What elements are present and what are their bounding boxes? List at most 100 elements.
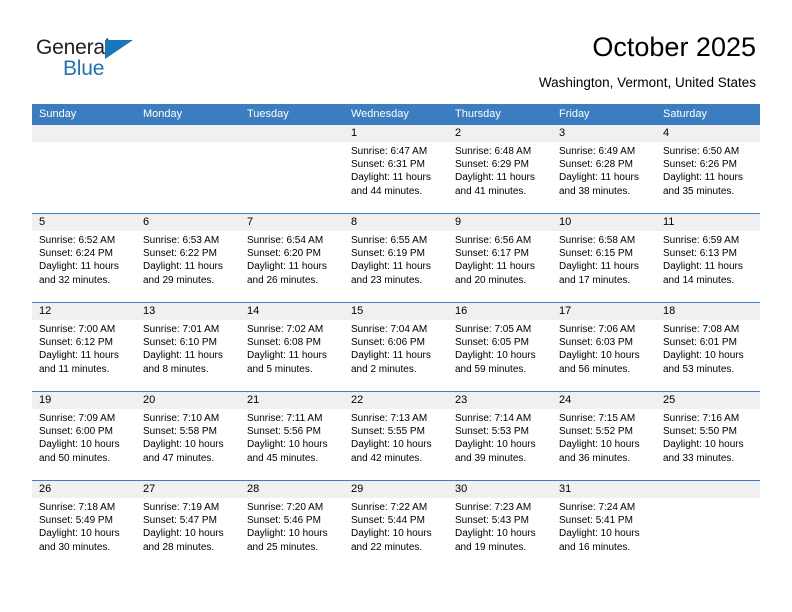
sunrise-text: Sunrise: 7:20 AM xyxy=(247,502,324,513)
day-number xyxy=(32,125,136,142)
day-number: 3 xyxy=(552,125,656,142)
day-cell[interactable]: 31 Sunrise: 7:24 AM Sunset: 5:41 PM Dayligh… xyxy=(552,481,656,569)
day-number xyxy=(136,125,240,142)
calendar-week-row: 26 Sunrise: 7:18 AM Sunset: 5:49 PM Dayligh… xyxy=(32,480,760,569)
daylight-text-line2: and 26 minutes. xyxy=(247,274,319,286)
day-number: 22 xyxy=(344,392,448,409)
day-cell[interactable]: 19 Sunrise: 7:09 AM Sunset: 6:00 PM Dayligh… xyxy=(32,392,136,480)
sunrise-text: Sunrise: 7:18 AM xyxy=(39,502,116,513)
day-cell[interactable]: 7 Sunrise: 6:54 AM Sunset: 6:20 PM Daylight… xyxy=(240,214,344,302)
day-cell[interactable]: 6 Sunrise: 6:53 AM Sunset: 6:22 PM Daylight… xyxy=(136,214,240,302)
daylight-text-line2: and 28 minutes. xyxy=(143,541,215,553)
daylight-text-line1: Daylight: 11 hours xyxy=(39,261,119,273)
daylight-text-line2: and 53 minutes. xyxy=(663,363,735,375)
day-cell[interactable]: 2 Sunrise: 6:48 AM Sunset: 6:29 PM Daylight… xyxy=(448,125,552,213)
day-cell[interactable]: 3 Sunrise: 6:49 AM Sunset: 6:28 PM Daylight… xyxy=(552,125,656,213)
weekday-header-saturday: Saturday xyxy=(663,108,708,120)
day-cell[interactable]: 5 Sunrise: 6:52 AM Sunset: 6:24 PM Daylight… xyxy=(32,214,136,302)
daylight-text-line1: Daylight: 11 hours xyxy=(247,350,327,362)
sunset-text: Sunset: 6:29 PM xyxy=(455,159,529,171)
day-sun-info: Sunrise: 6:58 AM Sunset: 6:15 PM Daylight:… xyxy=(552,231,656,287)
day-cell-empty xyxy=(32,125,136,213)
daylight-text-line1: Daylight: 11 hours xyxy=(351,172,431,184)
day-number: 16 xyxy=(448,303,552,320)
day-cell[interactable]: 16 Sunrise: 7:05 AM Sunset: 6:05 PM Dayligh… xyxy=(448,303,552,391)
day-number: 2 xyxy=(448,125,552,142)
sunrise-text: Sunrise: 6:49 AM xyxy=(559,146,636,157)
sunrise-text: Sunrise: 6:47 AM xyxy=(351,146,428,157)
daylight-text-line2: and 47 minutes. xyxy=(143,452,215,464)
day-sun-info: Sunrise: 6:54 AM Sunset: 6:20 PM Daylight:… xyxy=(240,231,344,287)
logo-text-blue: Blue xyxy=(63,57,105,80)
day-cell[interactable]: 11 Sunrise: 6:59 AM Sunset: 6:13 PM Dayligh… xyxy=(656,214,760,302)
day-cell[interactable]: 4 Sunrise: 6:50 AM Sunset: 6:26 PM Daylight… xyxy=(656,125,760,213)
sunset-text: Sunset: 6:22 PM xyxy=(143,248,217,260)
day-cell-empty xyxy=(240,125,344,213)
sunrise-text: Sunrise: 7:22 AM xyxy=(351,502,428,513)
sunset-text: Sunset: 5:49 PM xyxy=(39,515,113,527)
day-cell[interactable]: 20 Sunrise: 7:10 AM Sunset: 5:58 PM Dayligh… xyxy=(136,392,240,480)
sunrise-text: Sunrise: 6:48 AM xyxy=(455,146,532,157)
day-number: 28 xyxy=(240,481,344,498)
daylight-text-line1: Daylight: 10 hours xyxy=(247,439,328,451)
day-number: 12 xyxy=(32,303,136,320)
day-number: 17 xyxy=(552,303,656,320)
day-cell[interactable]: 18 Sunrise: 7:08 AM Sunset: 6:01 PM Dayligh… xyxy=(656,303,760,391)
daylight-text-line2: and 38 minutes. xyxy=(559,185,631,197)
sunrise-text: Sunrise: 6:50 AM xyxy=(663,146,740,157)
sunset-text: Sunset: 6:20 PM xyxy=(247,248,321,260)
daylight-text-line1: Daylight: 10 hours xyxy=(559,528,640,540)
sunrise-text: Sunrise: 6:56 AM xyxy=(455,235,532,246)
day-cell[interactable]: 14 Sunrise: 7:02 AM Sunset: 6:08 PM Dayligh… xyxy=(240,303,344,391)
day-cell[interactable]: 10 Sunrise: 6:58 AM Sunset: 6:15 PM Dayligh… xyxy=(552,214,656,302)
sunset-text: Sunset: 6:24 PM xyxy=(39,248,113,260)
day-cell[interactable]: 25 Sunrise: 7:16 AM Sunset: 5:50 PM Dayligh… xyxy=(656,392,760,480)
daylight-text-line1: Daylight: 11 hours xyxy=(247,261,327,273)
day-cell[interactable]: 28 Sunrise: 7:20 AM Sunset: 5:46 PM Dayligh… xyxy=(240,481,344,569)
day-cell[interactable]: 12 Sunrise: 7:00 AM Sunset: 6:12 PM Dayligh… xyxy=(32,303,136,391)
day-sun-info: Sunrise: 6:56 AM Sunset: 6:17 PM Daylight:… xyxy=(448,231,552,287)
daylight-text-line2: and 32 minutes. xyxy=(39,274,111,286)
weekday-header-row: Sunday Monday Tuesday Wednesday Thursday Frid… xyxy=(32,104,760,125)
calendar-week-row: 19 Sunrise: 7:09 AM Sunset: 6:00 PM Dayligh… xyxy=(32,391,760,480)
sunset-text: Sunset: 6:12 PM xyxy=(39,337,113,349)
day-cell[interactable]: 1 Sunrise: 6:47 AM Sunset: 6:31 PM Daylight… xyxy=(344,125,448,213)
day-cell[interactable]: 22 Sunrise: 7:13 AM Sunset: 5:55 PM Dayligh… xyxy=(344,392,448,480)
day-cell[interactable]: 8 Sunrise: 6:55 AM Sunset: 6:19 PM Daylight… xyxy=(344,214,448,302)
day-sun-info: Sunrise: 6:49 AM Sunset: 6:28 PM Daylight:… xyxy=(552,142,656,198)
weekday-header-wednesday: Wednesday xyxy=(351,108,409,120)
sunrise-text: Sunrise: 7:06 AM xyxy=(559,324,636,335)
day-cell[interactable]: 9 Sunrise: 6:56 AM Sunset: 6:17 PM Daylight… xyxy=(448,214,552,302)
day-number: 9 xyxy=(448,214,552,231)
daylight-text-line1: Daylight: 10 hours xyxy=(351,528,432,540)
sunrise-text: Sunrise: 6:58 AM xyxy=(559,235,636,246)
daylight-text-line2: and 8 minutes. xyxy=(143,363,209,375)
daylight-text-line1: Daylight: 11 hours xyxy=(455,261,535,273)
sunset-text: Sunset: 6:15 PM xyxy=(559,248,633,260)
day-number: 7 xyxy=(240,214,344,231)
daylight-text-line2: and 20 minutes. xyxy=(455,274,527,286)
day-cell[interactable]: 13 Sunrise: 7:01 AM Sunset: 6:10 PM Dayligh… xyxy=(136,303,240,391)
day-cell[interactable]: 27 Sunrise: 7:19 AM Sunset: 5:47 PM Dayligh… xyxy=(136,481,240,569)
daylight-text-line2: and 17 minutes. xyxy=(559,274,631,286)
day-cell[interactable]: 30 Sunrise: 7:23 AM Sunset: 5:43 PM Dayligh… xyxy=(448,481,552,569)
day-cell[interactable]: 26 Sunrise: 7:18 AM Sunset: 5:49 PM Dayligh… xyxy=(32,481,136,569)
sunrise-text: Sunrise: 7:24 AM xyxy=(559,502,636,513)
day-cell[interactable]: 23 Sunrise: 7:14 AM Sunset: 5:53 PM Dayligh… xyxy=(448,392,552,480)
sunrise-text: Sunrise: 6:52 AM xyxy=(39,235,116,246)
day-cell[interactable]: 17 Sunrise: 7:06 AM Sunset: 6:03 PM Dayligh… xyxy=(552,303,656,391)
day-cell[interactable]: 21 Sunrise: 7:11 AM Sunset: 5:56 PM Dayligh… xyxy=(240,392,344,480)
day-cell[interactable]: 24 Sunrise: 7:15 AM Sunset: 5:52 PM Dayligh… xyxy=(552,392,656,480)
day-cell[interactable]: 15 Sunrise: 7:04 AM Sunset: 6:06 PM Dayligh… xyxy=(344,303,448,391)
day-sun-info: Sunrise: 7:14 AM Sunset: 5:53 PM Daylight:… xyxy=(448,409,552,465)
day-sun-info: Sunrise: 7:23 AM Sunset: 5:43 PM Daylight:… xyxy=(448,498,552,554)
day-cell[interactable]: 29 Sunrise: 7:22 AM Sunset: 5:44 PM Dayligh… xyxy=(344,481,448,569)
weekday-header-monday: Monday xyxy=(143,108,183,120)
daylight-text-line1: Daylight: 10 hours xyxy=(351,439,432,451)
sunset-text: Sunset: 5:44 PM xyxy=(351,515,425,527)
sunrise-text: Sunrise: 7:11 AM xyxy=(247,413,323,424)
sunset-text: Sunset: 5:56 PM xyxy=(247,426,321,438)
day-sun-info: Sunrise: 7:10 AM Sunset: 5:58 PM Daylight:… xyxy=(136,409,240,465)
daylight-text-line1: Daylight: 10 hours xyxy=(39,528,120,540)
day-number: 25 xyxy=(656,392,760,409)
